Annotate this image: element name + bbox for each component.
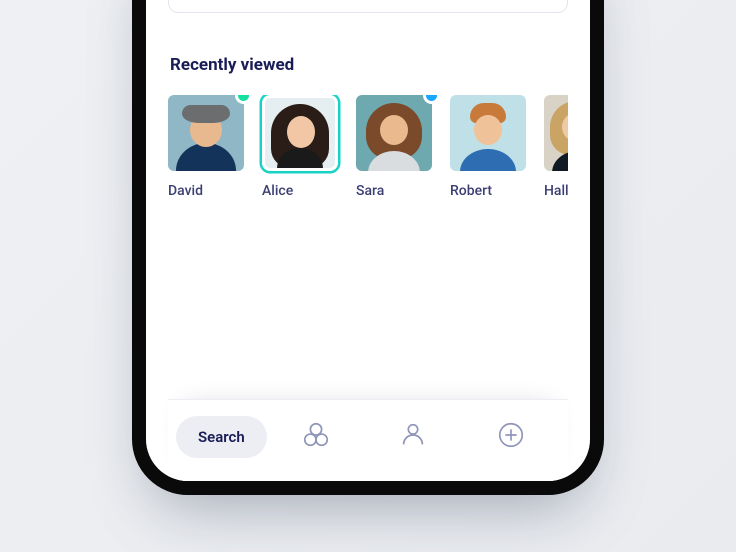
recently-viewed-title: Recently viewed xyxy=(170,55,568,75)
person-name: Alice xyxy=(262,183,338,199)
tab-groups[interactable] xyxy=(267,420,365,454)
phone-frame: By office Recently viewed xyxy=(132,0,604,495)
person-name: Sara xyxy=(356,183,432,199)
person-name: David xyxy=(168,183,244,199)
person-name: Halle xyxy=(544,183,568,199)
filter-card: By office xyxy=(168,0,568,13)
status-dot-away xyxy=(426,95,437,101)
person-card-robert[interactable]: Robert xyxy=(450,95,526,199)
person-icon xyxy=(398,420,428,454)
person-card-alice[interactable]: Alice xyxy=(262,95,338,199)
avatar xyxy=(168,95,244,171)
avatar xyxy=(262,95,338,171)
avatar xyxy=(544,95,568,171)
person-card-sara[interactable]: Sara xyxy=(356,95,432,199)
screen: By office Recently viewed xyxy=(146,0,590,481)
tab-add[interactable] xyxy=(462,420,560,454)
filter-by-office-row[interactable]: By office xyxy=(169,0,567,12)
person-card-david[interactable]: David xyxy=(168,95,244,199)
recently-viewed-strip[interactable]: David Alice xyxy=(168,95,568,199)
plus-icon xyxy=(496,420,526,454)
tab-profile[interactable] xyxy=(365,420,463,454)
tab-search[interactable]: Search xyxy=(176,416,267,458)
person-card-halle[interactable]: Halle xyxy=(544,95,568,199)
avatar xyxy=(356,95,432,171)
status-dot-online xyxy=(238,95,249,101)
circles-icon xyxy=(301,420,331,454)
person-name: Robert xyxy=(450,183,526,199)
avatar xyxy=(450,95,526,171)
tab-search-label: Search xyxy=(176,416,267,458)
